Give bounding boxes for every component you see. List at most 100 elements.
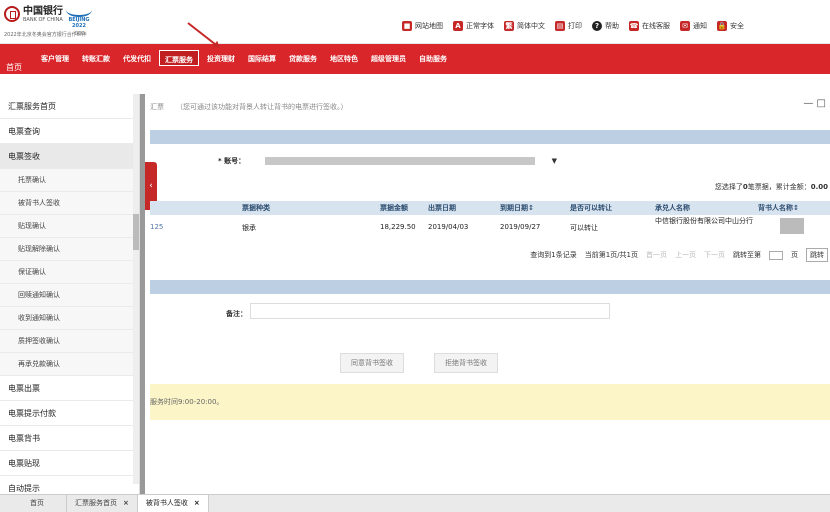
nav-item-intl-settlement[interactable]: 国际结算 bbox=[243, 50, 281, 66]
tool-label: 在线客服 bbox=[642, 22, 670, 30]
nav-item-regional[interactable]: 地区特色 bbox=[325, 50, 363, 66]
notice-icon: ✉ bbox=[680, 21, 690, 31]
font-icon: A bbox=[453, 21, 463, 31]
nav-item-customer[interactable]: 客户管理 bbox=[36, 50, 74, 66]
sidebar: 汇票服务首页 电票查询 电票签收 托票确认 被背书人签收 贴现确认 贴现解除确认… bbox=[0, 94, 140, 494]
sidebar-item-ebill-issue[interactable]: 电票出票 bbox=[0, 376, 139, 401]
sitemap-icon: ■ bbox=[402, 21, 412, 31]
print-icon: ▤ bbox=[555, 21, 565, 31]
sidebar-item-ebill-payment[interactable]: 电票提示付款 bbox=[0, 401, 139, 426]
tab-home[interactable]: 首页 bbox=[0, 495, 67, 512]
close-icon[interactable]: × bbox=[123, 499, 129, 507]
nav-item-loans[interactable]: 贷款服务 bbox=[284, 50, 322, 66]
section-header-band-2 bbox=[150, 280, 830, 294]
tool-sitemap[interactable]: ■ 网站地图 bbox=[402, 21, 443, 31]
tab-endorsee-receipt[interactable]: 被背书人签收 × bbox=[137, 495, 209, 512]
tool-notice[interactable]: ✉ 通知 bbox=[680, 21, 707, 31]
sidebar-subitem-discount-confirm[interactable]: 贴现确认 bbox=[0, 215, 139, 238]
sidebar-splitter[interactable] bbox=[140, 94, 145, 494]
tab-draft-home[interactable]: 汇票服务首页 × bbox=[67, 495, 138, 512]
reject-endorsement-button[interactable]: 拒绝背书签收 bbox=[434, 353, 498, 373]
col-acceptor[interactable]: 承兑人名称 bbox=[655, 203, 690, 213]
col-transferable[interactable]: 是否可以转让 bbox=[570, 203, 612, 213]
nav-item-draft-service[interactable]: 汇票服务 bbox=[159, 50, 199, 66]
col-due-date[interactable]: 到期日期↕ bbox=[500, 203, 534, 213]
cell-bill-type: 银承 bbox=[242, 224, 256, 232]
lock-icon: 🔒 bbox=[717, 21, 727, 31]
window-controls[interactable]: — □ bbox=[803, 98, 826, 109]
nav-item-transfer[interactable]: 转账汇款 bbox=[77, 50, 115, 66]
summary-amount: 0.00 bbox=[810, 183, 828, 191]
page-hint: （您可通过该功能对背景人转让背书的电票进行签收。） bbox=[176, 103, 348, 111]
pager-go-button[interactable]: 跳转 bbox=[806, 248, 828, 262]
tab-label: 被背书人签收 bbox=[145, 499, 188, 507]
top-header: 中国银行 BANK OF CHINA 2022年北京冬奥会官方银行合作伙伴 BE… bbox=[0, 0, 830, 44]
nav-item-payroll[interactable]: 代发代扣 bbox=[118, 50, 156, 66]
pager-first[interactable]: 首一页 bbox=[646, 250, 667, 260]
sidebar-item-draft-home[interactable]: 汇票服务首页 bbox=[0, 94, 139, 119]
col-issue-date[interactable]: 出票日期 bbox=[428, 203, 456, 213]
help-icon: ? bbox=[592, 21, 602, 31]
close-icon[interactable]: × bbox=[194, 499, 200, 507]
row-id-link[interactable]: 125 bbox=[150, 223, 163, 231]
main-content: 汇票 （您可通过该功能对背景人转让背书的电票进行签收。） — □ * 账号： ▼ … bbox=[150, 94, 830, 494]
sidebar-subitem-redeem-confirm[interactable]: 回赎通知确认 bbox=[0, 284, 139, 307]
tool-online-service[interactable]: ☎ 在线客服 bbox=[629, 21, 670, 31]
pager-page-input[interactable] bbox=[769, 250, 783, 260]
note-label: 备注： bbox=[226, 310, 247, 318]
tool-label: 网站地图 bbox=[415, 22, 443, 30]
col-endorser[interactable]: 背书人名称↕ bbox=[758, 203, 799, 213]
partner-name: BEIJING 2022 bbox=[68, 17, 90, 29]
sidebar-scroll-thumb[interactable] bbox=[133, 214, 139, 250]
account-select[interactable] bbox=[265, 157, 536, 165]
tool-label: 简体中文 bbox=[517, 22, 545, 30]
sidebar-item-ebill-query[interactable]: 电票查询 bbox=[0, 119, 139, 144]
sidebar-subitem-draft-confirm[interactable]: 托票确认 bbox=[0, 169, 139, 192]
sidebar-subitem-discount-release[interactable]: 贴现解除确认 bbox=[0, 238, 139, 261]
tool-print[interactable]: ▤ 打印 bbox=[555, 21, 582, 31]
tool-security[interactable]: 🔒 安全 bbox=[717, 21, 744, 31]
pager-page-suffix: 页 bbox=[791, 251, 798, 259]
bank-name: 中国银行 bbox=[23, 6, 63, 17]
tool-help[interactable]: ? 帮助 bbox=[592, 21, 619, 31]
cell-transferable: 可以转让 bbox=[570, 224, 598, 232]
accept-endorsement-button[interactable]: 同意背书签收 bbox=[340, 353, 404, 373]
bank-logo-icon bbox=[4, 6, 20, 22]
table-row[interactable]: 125 银承 18,229.50 2019/04/03 2019/09/27 可… bbox=[150, 216, 830, 242]
tool-label: 安全 bbox=[730, 22, 744, 30]
chevron-down-icon[interactable]: ▼ bbox=[552, 157, 557, 165]
sidebar-item-ebill-endorse[interactable]: 电票背书 bbox=[0, 426, 139, 451]
breadcrumb: 汇票 （您可通过该功能对背景人转让背书的电票进行签收。） bbox=[150, 102, 348, 112]
nav-item-super-admin[interactable]: 超级管理员 bbox=[366, 50, 411, 66]
tool-font[interactable]: A 正常字体 bbox=[453, 21, 494, 31]
sidebar-subitem-guarantee-confirm[interactable]: 保证确认 bbox=[0, 261, 139, 284]
nav-item-investment[interactable]: 投资理财 bbox=[202, 50, 240, 66]
sidebar-subitem-endorsee-receipt[interactable]: 被背书人签收 bbox=[0, 192, 139, 215]
pager-summary: 查询到1条记录 bbox=[530, 251, 577, 259]
pager-jump-label: 跳转至第 bbox=[733, 251, 761, 259]
nav-item-self-service[interactable]: 自助服务 bbox=[414, 50, 452, 66]
account-label: * 账号： bbox=[218, 157, 246, 165]
pager-prev[interactable]: 上一页 bbox=[675, 250, 696, 260]
olympic-partner-logo: BEIJING 2022 ooo bbox=[62, 3, 96, 37]
cell-due-date: 2019/09/27 bbox=[500, 223, 541, 231]
nav-menu: 客户管理 转账汇款 代发代扣 汇票服务 投资理财 国际结算 贷款服务 地区特色 … bbox=[36, 50, 455, 66]
sidebar-item-auto-prompt[interactable]: 自动提示 bbox=[0, 476, 139, 494]
sidebar-subitem-pledge-confirm[interactable]: 质押签收确认 bbox=[0, 330, 139, 353]
nav-home[interactable]: 首页 bbox=[6, 62, 22, 73]
sidebar-item-ebill-receipt[interactable]: 电票签收 bbox=[0, 144, 139, 169]
sidebar-item-ebill-discount[interactable]: 电票贴现 bbox=[0, 451, 139, 476]
cell-endorser-masked bbox=[780, 218, 804, 236]
col-amount[interactable]: 票据金额 bbox=[380, 203, 408, 213]
sidebar-subitem-notice-confirm[interactable]: 收到通知确认 bbox=[0, 307, 139, 330]
selection-summary: 您选择了0笔票据，累计金额：0.00 bbox=[715, 182, 828, 192]
pager-next[interactable]: 下一页 bbox=[704, 250, 725, 260]
bank-logo[interactable]: 中国银行 BANK OF CHINA bbox=[4, 6, 63, 23]
note-input[interactable] bbox=[250, 303, 610, 319]
service-hours-text: 服务时间9:00-20:00。 bbox=[150, 398, 224, 406]
sidebar-subitem-reaccept-confirm[interactable]: 再承兑款确认 bbox=[0, 353, 139, 376]
col-bill-type[interactable]: 票据种类 bbox=[242, 203, 270, 213]
tool-label: 通知 bbox=[693, 22, 707, 30]
sidebar-scrollbar[interactable] bbox=[133, 94, 139, 484]
tool-language[interactable]: 繁简体中文 bbox=[504, 21, 545, 31]
